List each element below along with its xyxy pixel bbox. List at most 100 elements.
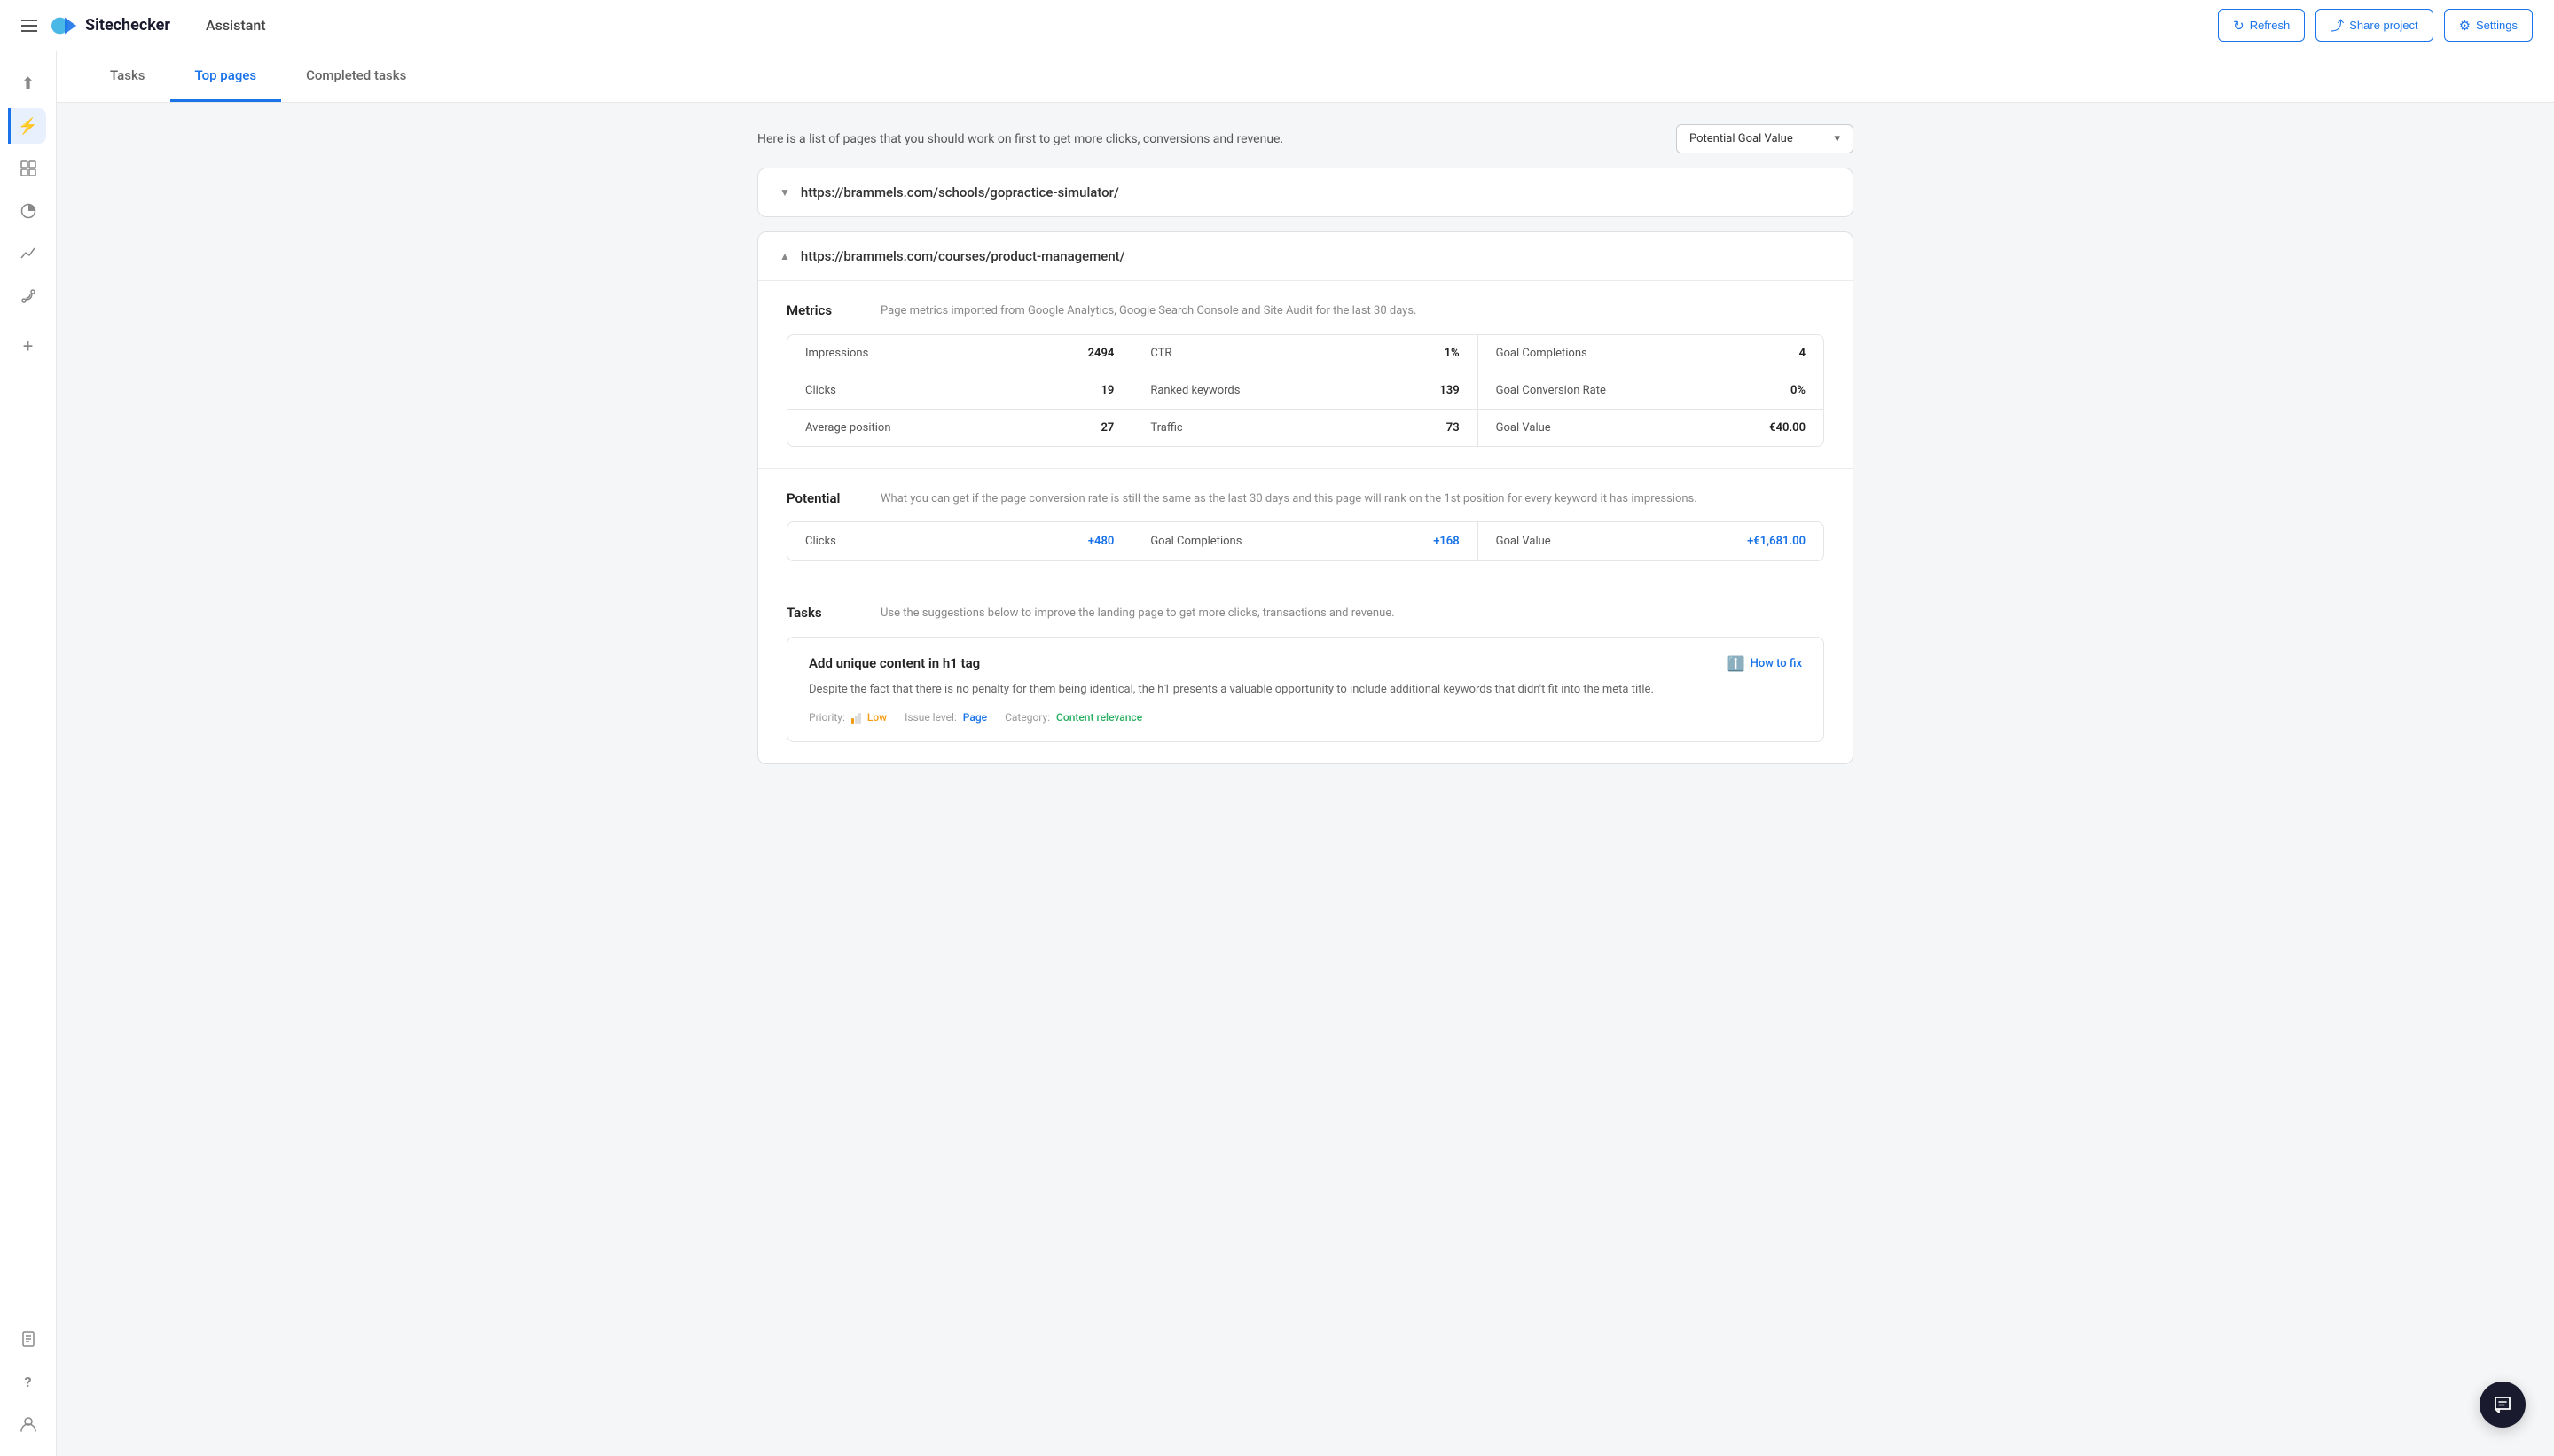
tab-tasks[interactable]: Tasks	[85, 51, 170, 102]
content-area: Here is a list of pages that you should …	[729, 103, 1882, 814]
url-card-2-header[interactable]: ▲ https://brammels.com/courses/product-m…	[758, 232, 1853, 280]
refresh-button[interactable]: ↻ Refresh	[2218, 9, 2305, 42]
sidebar-item-pages[interactable]	[11, 1321, 46, 1357]
settings-icon: ⚙	[2459, 18, 2471, 34]
metric-ranked-keywords: Ranked keywords 139	[1132, 372, 1477, 410]
metric-goal-completions-value: 4	[1799, 347, 1806, 360]
metrics-grid: Impressions 2494 CTR 1% Goal Completions…	[787, 334, 1824, 447]
metric-avg-position: Average position 27	[787, 410, 1132, 446]
sidebar-item-upload[interactable]: ⬆	[11, 66, 46, 101]
sidebar-item-chart[interactable]	[11, 236, 46, 271]
task-card-h1-header: Add unique content in h1 tag ℹ️ How to f…	[809, 655, 1802, 672]
task-description: Despite the fact that there is no penalt…	[809, 681, 1802, 700]
task-card-h1: Add unique content in h1 tag ℹ️ How to f…	[787, 637, 1824, 743]
page-description-text: Here is a list of pages that you should …	[757, 132, 1283, 146]
logo-icon	[51, 12, 78, 39]
chat-button[interactable]	[2480, 1382, 2526, 1428]
metrics-section: Metrics Page metrics imported from Googl…	[758, 280, 1853, 468]
metric-clicks-label: Clicks	[805, 384, 836, 397]
metric-avg-position-value: 27	[1101, 421, 1114, 434]
metric-goal-value: Goal Value €40.00	[1478, 410, 1823, 446]
potential-clicks-value: +480	[1088, 535, 1114, 548]
url-card-2: ▲ https://brammels.com/courses/product-m…	[757, 231, 1853, 764]
tasks-header: Tasks Use the suggestions below to impro…	[787, 605, 1824, 622]
sidebar-item-grid[interactable]	[11, 151, 46, 186]
metric-traffic-label: Traffic	[1150, 421, 1182, 434]
url-card-1-header[interactable]: ▼ https://brammels.com/schools/gopractic…	[758, 168, 1853, 216]
tab-completed[interactable]: Completed tasks	[281, 51, 431, 102]
sidebar-bottom: ?	[11, 1321, 46, 1442]
sidebar-item-assistant[interactable]: ⚡	[8, 108, 46, 144]
sort-dropdown[interactable]: Potential Goal Value ▾	[1676, 124, 1853, 153]
potential-section: Potential What you can get if the page c…	[758, 468, 1853, 583]
potential-clicks-label: Clicks	[805, 535, 836, 548]
logo-text: Sitechecker	[85, 16, 170, 35]
metric-impressions: Impressions 2494	[787, 335, 1132, 372]
main-content: Tasks Top pages Completed tasks Here is …	[57, 51, 2554, 1456]
refresh-label: Refresh	[2250, 19, 2291, 32]
metric-goal-conversion-rate-value: 0%	[1790, 384, 1806, 397]
task-category-value: Content relevance	[1056, 711, 1142, 724]
share-label: Share project	[2349, 19, 2417, 32]
sidebar-item-user[interactable]	[11, 1406, 46, 1442]
sidebar-item-link[interactable]	[11, 278, 46, 314]
potential-grid: Clicks +480 Goal Completions +168 Goal V…	[787, 521, 1824, 561]
potential-goal-completions: Goal Completions +168	[1132, 522, 1477, 560]
task-meta-priority: Priority: Low	[809, 711, 887, 724]
metric-traffic-value: 73	[1446, 421, 1460, 434]
metric-goal-completions-label: Goal Completions	[1496, 347, 1587, 360]
task-priority-value: Low	[867, 711, 887, 724]
potential-goal-value-value: +€1,681.00	[1747, 535, 1806, 548]
metric-goal-value-label: Goal Value	[1496, 421, 1551, 434]
refresh-icon: ↻	[2233, 18, 2245, 34]
metric-goal-conversion-rate: Goal Conversion Rate 0%	[1478, 372, 1823, 410]
how-to-fix-button[interactable]: ℹ️ How to fix	[1727, 655, 1802, 672]
metric-ctr-label: CTR	[1150, 347, 1171, 360]
metric-goal-conversion-rate-label: Goal Conversion Rate	[1496, 384, 1606, 397]
tasks-section: Tasks Use the suggestions below to impro…	[758, 583, 1853, 763]
metric-clicks: Clicks 19	[787, 372, 1132, 410]
url-card-1: ▼ https://brammels.com/schools/gopractic…	[757, 168, 1853, 217]
task-title: Add unique content in h1 tag	[809, 655, 980, 671]
potential-header: Potential What you can get if the page c…	[787, 490, 1824, 508]
topbar: Sitechecker Assistant ↻ Refresh ⤴ Share …	[0, 0, 2554, 51]
metric-ranked-keywords-label: Ranked keywords	[1150, 384, 1240, 397]
metric-goal-completions: Goal Completions 4	[1478, 335, 1823, 372]
share-icon: ⤴	[2331, 16, 2344, 35]
app-layout: ⬆ ⚡ + ? Tasks Top pages	[0, 51, 2554, 1456]
how-to-fix-label: How to fix	[1751, 657, 1802, 670]
tab-top-pages[interactable]: Top pages	[170, 51, 282, 102]
chevron-down-icon: ▾	[1834, 132, 1840, 145]
sidebar-item-help[interactable]: ?	[11, 1364, 46, 1399]
potential-goal-value: Goal Value +€1,681.00	[1478, 522, 1823, 560]
menu-icon[interactable]	[21, 20, 37, 32]
potential-clicks: Clicks +480	[787, 522, 1132, 560]
sidebar: ⬆ ⚡ + ?	[0, 51, 57, 1456]
url-card-2-body: Metrics Page metrics imported from Googl…	[758, 280, 1853, 763]
potential-goal-value-label: Goal Value	[1496, 535, 1551, 548]
task-meta-category: Category: Content relevance	[1005, 711, 1142, 724]
chevron-right-icon: ▼	[780, 186, 790, 199]
metrics-header: Metrics Page metrics imported from Googl…	[787, 302, 1824, 320]
sidebar-item-add[interactable]: +	[11, 328, 46, 364]
sidebar-item-pie[interactable]	[11, 193, 46, 229]
share-button[interactable]: ⤴ Share project	[2315, 9, 2433, 42]
sort-dropdown-label: Potential Goal Value	[1689, 132, 1793, 145]
settings-button[interactable]: ⚙ Settings	[2444, 9, 2533, 42]
metrics-label: Metrics	[787, 302, 866, 318]
settings-label: Settings	[2476, 19, 2518, 32]
tabs-bar: Tasks Top pages Completed tasks	[57, 51, 2554, 103]
potential-description: What you can get if the page conversion …	[881, 490, 1697, 508]
metric-goal-value-value: €40.00	[1769, 421, 1806, 434]
metric-ctr: CTR 1%	[1132, 335, 1477, 372]
info-icon: ℹ️	[1727, 655, 1745, 672]
page-description-row: Here is a list of pages that you should …	[757, 103, 1853, 168]
potential-goal-completions-label: Goal Completions	[1150, 535, 1242, 548]
metric-ranked-keywords-value: 139	[1439, 384, 1459, 397]
metric-impressions-value: 2494	[1088, 347, 1115, 360]
metric-ctr-value: 1%	[1445, 347, 1460, 360]
url-card-1-url: https://brammels.com/schools/gopractice-…	[801, 184, 1119, 200]
metric-avg-position-label: Average position	[805, 421, 891, 434]
logo-area: Sitechecker	[51, 12, 170, 39]
chevron-up-icon: ▲	[780, 250, 790, 262]
